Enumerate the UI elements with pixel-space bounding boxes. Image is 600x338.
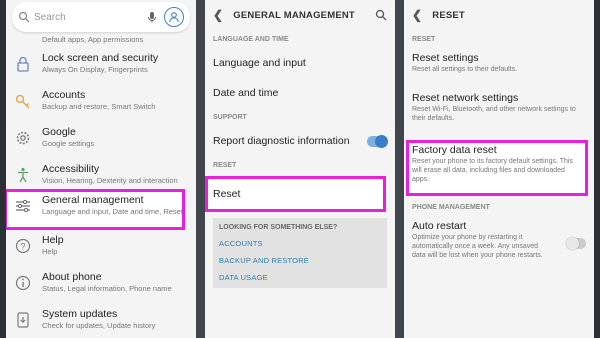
back-arrow-icon[interactable]: ❮ <box>213 8 223 22</box>
search-bar[interactable]: Search <box>12 2 190 32</box>
help-icon: ? <box>15 238 31 254</box>
reset-screen: ❮ RESET RESET Reset settings Reset all s… <box>404 0 594 338</box>
settings-item-system-updates[interactable]: System updates Check for updates, Update … <box>6 308 196 338</box>
reset-network-label: Reset network settings <box>412 92 519 104</box>
settings-item-about-phone[interactable]: About phone Status, Legal information, Ph… <box>6 271 196 308</box>
date-time-item[interactable]: Date and time <box>205 78 395 108</box>
report-diagnostic-item[interactable]: Report diagnostic information <box>205 126 395 156</box>
auto-restart-toggle[interactable] <box>566 237 586 250</box>
item-sub: Check for updates, Update history <box>42 321 156 330</box>
looking-for-box: LOOKING FOR SOMETHING ELSE? ACCOUNTS BAC… <box>213 218 387 288</box>
microphone-icon[interactable] <box>146 11 158 23</box>
screenshot-stage: Search Default apps, App permissions Loc… <box>0 0 600 338</box>
reset-settings-item[interactable]: Reset settings Reset all settings to the… <box>404 48 594 92</box>
settings-item-help[interactable]: ? Help Help <box>6 234 196 271</box>
auto-restart-sub: Optimize your phone by restarting it aut… <box>412 234 543 259</box>
looking-title: LOOKING FOR SOMETHING ELSE? <box>219 224 338 231</box>
settings-item-general-management[interactable]: General management Language and input, Da… <box>6 194 196 231</box>
system-update-icon <box>17 312 29 328</box>
item-sub: Backup and restore, Smart Switch <box>42 102 156 111</box>
factory-reset-sub: Reset your phone to its factory default … <box>412 158 573 183</box>
svg-text:?: ? <box>20 242 25 252</box>
item-label: System updates <box>42 308 118 320</box>
reset-item[interactable]: Reset <box>205 180 385 208</box>
item-sub: Language and input, Date and time, Reset <box>42 207 183 216</box>
page-title: GENERAL MANAGEMENT <box>233 9 355 21</box>
item-sub: Vision, Hearing, Dexterity and interacti… <box>42 176 178 185</box>
factory-reset-label: Factory data reset <box>412 144 497 156</box>
item-label: Help <box>42 234 64 246</box>
section-header-support: SUPPORT <box>213 114 247 121</box>
settings-item-lock-screen[interactable]: Lock screen and security Always On Displa… <box>6 52 196 89</box>
link-accounts[interactable]: ACCOUNTS <box>219 239 381 248</box>
page-title: RESET <box>432 9 465 21</box>
report-diagnostic-label: Report diagnostic information <box>213 135 350 147</box>
auto-restart-item[interactable]: Auto restart Optimize your phone by rest… <box>404 216 594 260</box>
reset-settings-label: Reset settings <box>412 52 479 64</box>
settings-item-google[interactable]: Google Google settings <box>6 126 196 163</box>
item-sub: Help <box>42 247 58 256</box>
item-label: Accounts <box>42 89 86 101</box>
app-bar: ❮ GENERAL MANAGEMENT <box>205 0 395 30</box>
item-label: Lock screen and security <box>42 52 159 64</box>
auto-restart-label: Auto restart <box>412 220 467 232</box>
factory-data-reset-item[interactable]: Factory data reset Reset your phone to i… <box>404 144 584 184</box>
item-label: Accessibility <box>42 163 100 175</box>
link-data-usage[interactable]: DATA USAGE <box>219 273 381 282</box>
gear-icon <box>16 131 30 145</box>
info-icon <box>15 275 31 291</box>
item-label: Google <box>42 126 76 138</box>
item-sub: Always On Display, Fingerprints <box>42 65 148 74</box>
report-diagnostic-toggle[interactable] <box>367 134 388 148</box>
settings-item-accounts[interactable]: Accounts Backup and restore, Smart Switch <box>6 89 196 126</box>
link-backup-restore[interactable]: BACKUP AND RESTORE <box>219 256 381 265</box>
search-icon[interactable] <box>375 9 387 21</box>
back-arrow-icon[interactable]: ❮ <box>412 8 422 22</box>
apps-icon <box>14 35 32 45</box>
section-header-reset: RESET <box>213 162 237 169</box>
item-sub: Google settings <box>42 139 95 148</box>
key-icon <box>15 94 30 109</box>
settings-screen: Search Default apps, App permissions Loc… <box>6 0 196 338</box>
item-sub: Status, Legal information, Phone name <box>42 284 172 293</box>
reset-network-item[interactable]: Reset network settings Reset Wi-Fi, Blue… <box>404 92 594 136</box>
sliders-icon <box>16 199 30 213</box>
search-input[interactable]: Search <box>34 12 146 23</box>
account-avatar-icon[interactable] <box>164 7 184 27</box>
accessibility-icon <box>18 167 28 183</box>
item-label: General management <box>42 194 144 206</box>
app-bar: ❮ RESET <box>404 0 594 30</box>
apps-item-sub: Default apps, App permissions <box>42 35 144 44</box>
apps-item-partial[interactable]: Default apps, App permissions <box>6 32 196 52</box>
section-header-phone-management: PHONE MANAGEMENT <box>412 204 490 211</box>
reset-settings-sub: Reset all settings to their defaults. <box>412 66 518 73</box>
section-header-language: LANGUAGE AND TIME <box>213 36 289 43</box>
language-input-item[interactable]: Language and input <box>205 48 395 78</box>
section-header-reset: RESET <box>412 36 436 43</box>
reset-network-sub: Reset Wi-Fi, Bluetooth, and other networ… <box>412 106 576 122</box>
item-label: About phone <box>42 271 102 283</box>
general-management-screen: ❮ GENERAL MANAGEMENT LANGUAGE AND TIME L… <box>205 0 395 338</box>
lock-icon <box>17 56 29 72</box>
search-icon <box>18 11 30 23</box>
